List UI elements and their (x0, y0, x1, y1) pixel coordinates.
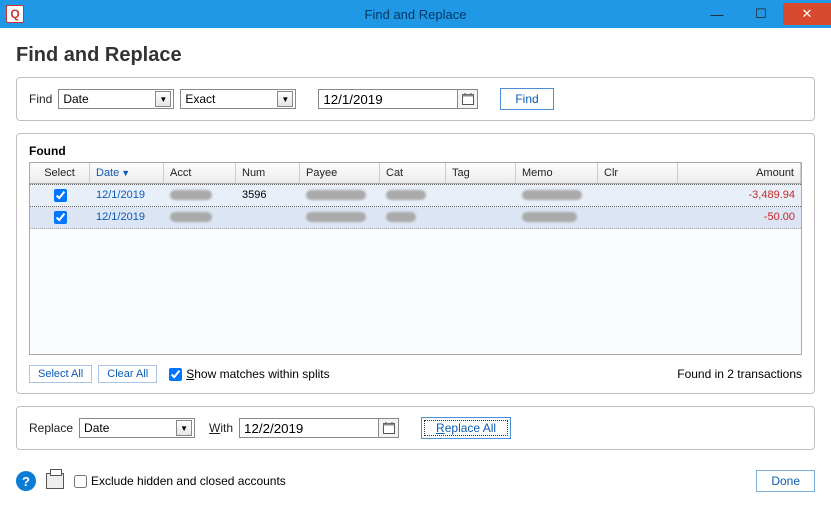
found-label: Found (29, 144, 802, 158)
replace-label: Replace (29, 421, 73, 435)
row-checkbox[interactable] (54, 211, 67, 224)
col-cat[interactable]: Cat (380, 163, 446, 183)
sort-indicator-icon: ▼ (121, 168, 130, 178)
window-title: Find and Replace (365, 7, 467, 22)
find-panel: Find Date ▼ Exact ▼ Find (16, 77, 815, 121)
table-footer: Select All Clear All Show matches within… (29, 355, 802, 383)
col-memo[interactable]: Memo (516, 163, 598, 183)
cell-cat (380, 207, 446, 228)
replace-panel: Replace Date ▼ With Replace All (16, 406, 815, 450)
cell-amount: -50.00 (678, 207, 801, 228)
cell-cat (380, 185, 446, 206)
with-label: With (209, 421, 233, 435)
cell-date: 12/1/2019 (90, 185, 164, 206)
result-count: Found in 2 transactions (677, 367, 802, 381)
done-button[interactable]: Done (756, 470, 815, 492)
cell-tag (446, 207, 516, 228)
exclude-input[interactable] (74, 475, 87, 488)
found-panel: Found Select Date▼ Acct Num Payee Cat Ta… (16, 133, 815, 394)
cell-date: 12/1/2019 (90, 207, 164, 228)
exclude-checkbox[interactable]: Exclude hidden and closed accounts (74, 474, 286, 488)
find-field-select[interactable]: Date ▼ (58, 89, 174, 109)
find-field-value: Date (63, 92, 88, 106)
table-row[interactable]: 12/1/2019 -50.00 (30, 207, 801, 229)
cell-payee (300, 185, 380, 206)
find-button[interactable]: Find (500, 88, 553, 110)
find-match-value: Exact (185, 92, 215, 106)
help-icon[interactable]: ? (16, 471, 36, 491)
find-match-select[interactable]: Exact ▼ (180, 89, 296, 109)
cell-tag (446, 185, 516, 206)
cell-clr (598, 185, 678, 206)
col-payee[interactable]: Payee (300, 163, 380, 183)
minimize-button[interactable]: — (695, 3, 739, 25)
table-header: Select Date▼ Acct Num Payee Cat Tag Memo… (30, 163, 801, 184)
maximize-button[interactable]: ☐ (739, 3, 783, 25)
col-acct[interactable]: Acct (164, 163, 236, 183)
replace-field-value: Date (84, 421, 109, 435)
replace-field-select[interactable]: Date ▼ (79, 418, 195, 438)
titlebar: Q Find and Replace — ☐ ✕ (0, 0, 831, 28)
cell-acct (164, 207, 236, 228)
window-controls: — ☐ ✕ (695, 3, 831, 25)
find-label: Find (29, 92, 52, 106)
col-num[interactable]: Num (236, 163, 300, 183)
col-clr[interactable]: Clr (598, 163, 678, 183)
calendar-icon[interactable] (458, 89, 478, 109)
col-select[interactable]: Select (30, 163, 90, 183)
chevron-down-icon: ▼ (277, 91, 293, 107)
page-title: Find and Replace (16, 28, 815, 77)
print-icon[interactable] (46, 473, 64, 489)
col-tag[interactable]: Tag (446, 163, 516, 183)
find-value-input[interactable] (318, 89, 458, 109)
cell-memo (516, 207, 598, 228)
col-amount[interactable]: Amount (678, 163, 801, 183)
clear-all-button[interactable]: Clear All (98, 365, 157, 383)
row-checkbox[interactable] (54, 189, 67, 202)
show-matches-checkbox[interactable]: Show matches within splits (169, 367, 329, 381)
cell-payee (300, 207, 380, 228)
close-button[interactable]: ✕ (783, 3, 831, 25)
show-matches-input[interactable] (169, 368, 182, 381)
select-all-button[interactable]: Select All (29, 365, 92, 383)
replace-value-input[interactable] (239, 418, 379, 438)
col-date[interactable]: Date▼ (90, 163, 164, 183)
cell-amount: -3,489.94 (678, 185, 801, 206)
replace-date-input-wrap (239, 418, 399, 438)
cell-num (236, 207, 300, 228)
replace-all-button[interactable]: Replace All (421, 417, 511, 439)
find-date-input-wrap (318, 89, 478, 109)
cell-clr (598, 207, 678, 228)
table-body: 12/1/2019 3596 -3,489.94 12/1/2019 (30, 184, 801, 354)
calendar-icon[interactable] (379, 418, 399, 438)
footer-row: ? Exclude hidden and closed accounts Don… (16, 462, 815, 492)
cell-num: 3596 (236, 185, 300, 206)
app-icon: Q (6, 5, 24, 23)
chevron-down-icon: ▼ (155, 91, 171, 107)
chevron-down-icon: ▼ (176, 420, 192, 436)
results-table: Select Date▼ Acct Num Payee Cat Tag Memo… (29, 162, 802, 355)
cell-acct (164, 185, 236, 206)
cell-memo (516, 185, 598, 206)
table-row[interactable]: 12/1/2019 3596 -3,489.94 (30, 184, 801, 207)
